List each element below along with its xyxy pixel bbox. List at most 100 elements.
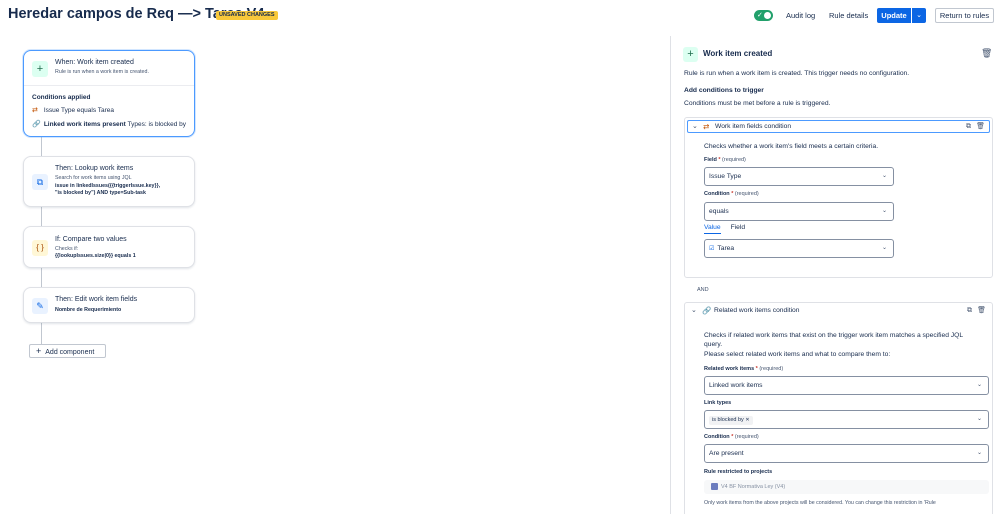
if-condition-node[interactable]: { } If: Compare two values Checks if: {{… (23, 226, 195, 268)
chevron-down-icon[interactable]: ⌄ (691, 305, 697, 317)
and-separator: AND (697, 287, 709, 293)
chevron-down-icon: ⌄ (976, 416, 982, 422)
field-value: Issue Type (709, 173, 742, 180)
conditions-note: Conditions must be met before a rule is … (684, 100, 831, 107)
related-items-select[interactable]: Linked work items ⌄ (704, 376, 989, 395)
lookup-jql-line1: issue in linkedIssues({{triggerIssue.key… (55, 183, 161, 189)
restricted-projects-field: V4 BF Normativa Ley (V4) (704, 480, 989, 494)
chevron-down-icon: ⌄ (881, 245, 887, 251)
chevron-down-icon: ⌄ (881, 173, 887, 179)
chevron-down-icon[interactable]: ⌄ (692, 121, 698, 133)
related-work-items-condition: ⌄ 🔗 Related work items condition ⧉ 🗑 Che… (684, 302, 993, 514)
rule-details-button[interactable]: Rule details (829, 8, 868, 24)
if-line: Checks if: (55, 246, 79, 252)
edit-title: Then: Edit work item fields (55, 296, 138, 303)
condition-label: Condition * (required) (704, 434, 759, 440)
plus-icon: + (683, 47, 698, 62)
value-tabs: Value Field (704, 224, 755, 234)
work-item-fields-condition: ⌄ ⇄ Work item fields condition ⧉ 🗑 Check… (684, 117, 993, 278)
swap-icon: ⇄ (32, 107, 38, 114)
trash-icon[interactable]: 🗑 (981, 48, 992, 59)
link-icon: 🔗 (32, 121, 41, 128)
restricted-projects-label: Rule restricted to projects (704, 469, 773, 475)
chevron-down-icon: ⌄ (976, 450, 982, 456)
condition-text: Issue Type equals Tarea (43, 107, 115, 114)
condition-description: Checks whether a work item's field meets… (704, 143, 879, 150)
connector-line (41, 137, 42, 156)
braces-icon: { } (32, 240, 48, 256)
lookup-title: Then: Lookup work items (55, 165, 134, 172)
restriction-note: Only work items from the above projects … (704, 500, 936, 506)
connector-line (41, 323, 42, 344)
checkbox-icon: ☑ (709, 246, 715, 252)
field-label: Field * (required) (704, 157, 746, 163)
chevron-down-icon: ⌄ (976, 382, 982, 388)
edit-icon: ✎ (32, 298, 48, 314)
panel-title: Work item created (703, 49, 773, 58)
update-button[interactable]: Update (877, 8, 911, 23)
trash-icon[interactable]: 🗑 (976, 121, 985, 133)
trigger-node[interactable]: + When: Work item created Rule is run wh… (23, 50, 195, 137)
trash-icon[interactable]: 🗑 (977, 305, 986, 317)
header-bar: Heredar campos de Req —> Tarea V4 UNSAVE… (0, 0, 999, 32)
close-icon: ✕ (745, 417, 750, 423)
project-icon (711, 483, 718, 490)
condition-issue-type[interactable]: ⇄ Issue Type equals Tarea (32, 106, 114, 114)
if-title: If: Compare two values (55, 236, 127, 243)
edit-action-node[interactable]: ✎ Then: Edit work item fields Nombre de … (23, 287, 195, 323)
copy-icon[interactable]: ⧉ (966, 121, 971, 133)
link-types-label: Link types (704, 400, 732, 406)
config-panel: + Work item created 🗑 Rule is run when a… (670, 36, 999, 514)
project-name: V4 BF Normativa Ley (V4) (721, 484, 786, 490)
lookup-icon: ⧉ (32, 174, 48, 190)
connector-line (41, 207, 42, 226)
condition-linked-items[interactable]: 🔗 Linked work items present Types: is bl… (32, 120, 186, 128)
tab-field[interactable]: Field (731, 224, 746, 233)
swap-icon: ⇄ (703, 122, 710, 131)
condition-select[interactable]: Are present ⌄ (704, 444, 989, 463)
check-icon: ✓ (757, 12, 763, 19)
value-text: Tarea (717, 245, 735, 252)
lookup-action-node[interactable]: ⧉ Then: Lookup work items Search for wor… (23, 156, 195, 207)
rule-canvas: + When: Work item created Rule is run wh… (0, 32, 670, 514)
condition-label: Related work items condition (714, 307, 800, 314)
trigger-subtitle: Rule is run when a work item is created. (55, 69, 149, 75)
value-select[interactable]: ☑ Tarea ⌄ (704, 239, 894, 258)
if-expression: {{lookupIssues.size|0}} equals 1 (55, 253, 136, 259)
link-types-select[interactable]: is blocked by ✕ ⌄ (704, 410, 989, 429)
plus-icon: + (36, 346, 42, 356)
conditions-heading: Conditions applied (32, 94, 91, 101)
lookup-jql-line2: "is blocked by") AND type=Sub-task (55, 190, 146, 196)
condition-label: Condition * (required) (704, 191, 759, 197)
trigger-title: When: Work item created (55, 59, 134, 66)
condition-select[interactable]: equals ⌄ (704, 202, 894, 221)
lookup-line: Search for work items using JQL (55, 175, 132, 181)
return-to-rules-button[interactable]: Return to rules (935, 8, 994, 23)
tab-value[interactable]: Value (704, 224, 721, 234)
plus-icon: + (32, 61, 48, 77)
condition-value: equals (709, 208, 729, 215)
chevron-down-icon: ⌄ (881, 208, 887, 214)
add-component-label: Add component (45, 349, 95, 356)
condition-label: Work item fields condition (715, 123, 792, 130)
connector-line (41, 268, 42, 287)
field-select[interactable]: Issue Type ⌄ (704, 167, 894, 186)
panel-description: Rule is run when a work item is created.… (684, 70, 910, 77)
condition-text: Types: is blocked by (125, 121, 187, 128)
condition-description-2: query. (704, 341, 723, 348)
edit-field: Nombre de Requerimiento (55, 307, 122, 313)
rule-enabled-toggle[interactable]: ✓ (754, 10, 773, 21)
copy-icon[interactable]: ⧉ (967, 305, 972, 317)
condition-header[interactable]: ⌄ ⇄ Work item fields condition ⧉ 🗑 (687, 120, 990, 133)
condition-description-3: Please select related work items and wha… (704, 351, 891, 358)
link-type-tag[interactable]: is blocked by ✕ (709, 416, 753, 425)
condition-header[interactable]: ⌄ 🔗 Related work items condition ⧉ 🗑 (687, 305, 990, 318)
related-items-label: Related work items * (required) (704, 366, 784, 372)
condition-description: Checks if related work items that exist … (704, 332, 964, 339)
condition-value: Are present (709, 450, 744, 457)
condition-bold-text: Linked work items present (43, 121, 126, 128)
audit-log-button[interactable]: Audit log (786, 8, 815, 24)
divider (24, 85, 194, 86)
add-component-button[interactable]: + Add component (29, 344, 106, 358)
chevron-down-icon[interactable]: ⌄ (912, 8, 926, 23)
